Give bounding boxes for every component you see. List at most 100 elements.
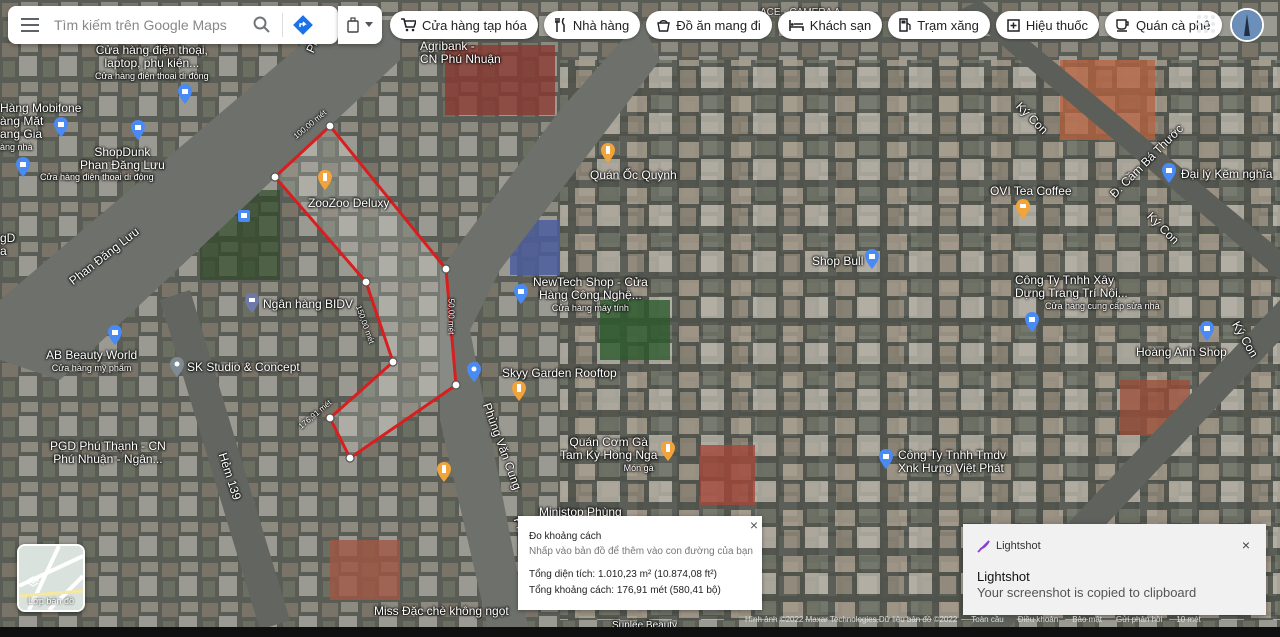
food-pin-icon[interactable] <box>437 462 451 482</box>
notification-title: Lightshot <box>977 569 1030 584</box>
measure-area: Tổng diện tích: 1.010,23 m² (10.874,08 f… <box>529 569 717 580</box>
place-label-com-ga[interactable]: Quán Cơm Gà Tam Kỳ Hồng Nga Món gà <box>560 436 657 475</box>
place-label-dai-ly[interactable]: Đại lý Kẽm nghĩa <box>1181 168 1272 181</box>
shopping-pin-icon[interactable] <box>1025 312 1039 332</box>
place-label-mobifone[interactable]: Hàng Mobifone àng Mặt ang Gia àng nhà <box>0 102 81 154</box>
chip-takeout[interactable]: Đồ ăn mang đi <box>646 11 772 39</box>
place-subtitle: Cửa hàng mỹ phẩm <box>51 363 132 373</box>
place-line: a <box>0 244 7 258</box>
search-input[interactable] <box>52 16 246 34</box>
chip-label: Cửa hàng tạp hóa <box>422 17 527 33</box>
bank-pin-icon[interactable] <box>245 293 259 313</box>
place-pin-icon[interactable] <box>170 357 184 377</box>
link-feedback[interactable]: Gửi phản hồi <box>1116 615 1162 627</box>
food-pin-icon[interactable] <box>601 143 615 163</box>
place-pin-icon[interactable] <box>467 362 481 382</box>
shopping-pin-icon[interactable] <box>514 284 528 304</box>
chevron-down-icon <box>365 22 373 27</box>
place-subtitle: àng nhà <box>0 142 33 152</box>
shopping-pin-icon[interactable] <box>131 120 145 140</box>
place-label-bidv[interactable]: Ngân hàng BIDV <box>263 298 353 311</box>
apps-grid-icon[interactable] <box>1196 14 1216 34</box>
chip-label: Hiệu thuốc <box>1025 17 1089 33</box>
link-global[interactable]: Toàn cầu <box>971 615 1003 627</box>
bottom-strip <box>0 627 1280 637</box>
food-pin-icon[interactable] <box>661 441 675 461</box>
category-chips: Cửa hàng tạp hóa Nhà hàng Đồ ăn mang đi … <box>390 11 1222 39</box>
shopping-pin-icon[interactable] <box>178 84 192 104</box>
place-label-sk-studio[interactable]: SK Studio & Concept <box>187 361 300 374</box>
shopping-pin-icon[interactable] <box>879 449 893 469</box>
search-divider <box>282 13 283 37</box>
gas-station-icon <box>899 18 911 32</box>
scale-label[interactable]: 10 mét <box>1176 615 1200 627</box>
place-label-shopdunk[interactable]: ShopDunk Phan Đăng Lưu <box>80 146 165 172</box>
place-label-skyy[interactable]: Skyy Garden Rooftop <box>502 367 617 380</box>
place-label-cong-ty-xay[interactable]: Công Ty Tnhh Xây Dựng Trang Trí Nội... Cửa… <box>1015 274 1160 313</box>
hotel-icon <box>788 19 804 31</box>
search-icon[interactable] <box>246 6 278 44</box>
place-label-phone-store[interactable]: Cửa hàng điện thoại, laptop, phụ kiện... C… <box>95 44 209 83</box>
chip-restaurant[interactable]: Nhà hàng <box>543 11 641 39</box>
place-line: Dựng Trang Trí Nội... <box>1015 286 1128 300</box>
link-privacy[interactable]: Bảo mật <box>1072 615 1102 627</box>
close-icon[interactable]: × <box>1242 537 1250 553</box>
place-line: laptop, phụ kiện... <box>104 56 200 70</box>
shopping-pin-icon[interactable] <box>16 157 30 177</box>
place-subtitle: Cửa hàng máy tính <box>551 303 629 313</box>
place-label-left-edge: gD a <box>0 232 15 258</box>
imagery-credit: Hình ảnh ©2022 Maxar Technologies,Dữ liệ… <box>745 615 958 624</box>
avatar-image <box>1232 10 1262 40</box>
food-pin-icon[interactable] <box>318 170 332 190</box>
shopping-pin-icon[interactable] <box>54 117 68 137</box>
place-line: Hàng Công Nghệ... <box>539 288 642 302</box>
chip-label: Đồ ăn mang đi <box>676 17 761 33</box>
avatar[interactable] <box>1230 8 1264 42</box>
place-label-ab-beauty[interactable]: AB Beauty World Cửa hàng mỹ phẩm <box>46 349 137 375</box>
place-subtitle: Cửa hàng điện thoại di động <box>95 71 209 81</box>
place-label-agribank[interactable]: Agribank - CN Phú Nhuận <box>420 40 501 66</box>
place-label-pgd[interactable]: PGD Phú Thạnh - CN Phú Nhuận - Ngân... <box>50 440 166 466</box>
menu-icon[interactable] <box>8 6 52 44</box>
place-label-zoozoo[interactable]: ZooZoo Deluxy <box>308 197 389 210</box>
place-label-shop-bull[interactable]: Shop Bull <box>812 255 863 268</box>
chip-grocery[interactable]: Cửa hàng tạp hóa <box>390 11 538 39</box>
directions-icon[interactable] <box>287 6 319 44</box>
place-line: ang Gia <box>0 127 43 141</box>
place-label-hoang-anh[interactable]: Hoàng Anh Shop <box>1136 346 1227 359</box>
place-label-ovi[interactable]: OVI Tea Coffee <box>990 185 1072 198</box>
tools-dropdown-button[interactable] <box>338 6 382 44</box>
chip-gas-station[interactable]: Trạm xăng <box>888 11 990 39</box>
place-line: Phú Nhuận - Ngân... <box>53 452 163 466</box>
chip-hotel[interactable]: Khách sạn <box>777 11 883 39</box>
chip-label: Khách sạn <box>809 17 872 33</box>
shopping-pin-icon[interactable] <box>1200 321 1214 341</box>
place-label-hung-viet[interactable]: Công Ty Tnhh Tmdv Xnk Hưng Việt Phát <box>898 449 1006 475</box>
measure-hint: Nhấp vào bản đồ để thêm vào con đường củ… <box>529 546 753 557</box>
coffee-pin-icon[interactable] <box>1016 199 1030 219</box>
shopping-pin-icon[interactable] <box>865 249 879 269</box>
food-pin-icon[interactable] <box>512 381 526 401</box>
shopping-pin-icon[interactable] <box>108 325 122 345</box>
notification-app-name: Lightshot <box>996 540 1041 552</box>
link-terms[interactable]: Điều khoản <box>1018 615 1058 627</box>
place-label-miss-dac[interactable]: Miss Đặc chè không ngọt <box>374 605 509 618</box>
layers-button[interactable]: Lớp bản đồ <box>17 544 85 612</box>
luggage-icon <box>347 17 359 33</box>
measure-distance-panel: × Đo khoảng cách Nhấp vào bản đồ để thêm… <box>518 516 762 610</box>
place-label-newtech[interactable]: NewTech Shop - Cửa Hàng Công Nghệ... Cửa h… <box>533 276 648 315</box>
restaurant-icon <box>554 18 565 32</box>
close-icon[interactable]: × <box>750 518 758 532</box>
chip-label: Trạm xăng <box>917 17 979 33</box>
chip-pharmacy[interactable]: Hiệu thuốc <box>995 11 1100 39</box>
shopping-pin-icon[interactable] <box>1162 163 1176 183</box>
place-label-oc-quynh[interactable]: Quán Ốc Quỳnh <box>590 169 677 182</box>
place-subtitle: Món gà <box>623 463 654 473</box>
search-box <box>8 6 338 44</box>
place-line: Xnk Hưng Việt Phát <box>898 461 1004 475</box>
chip-label: Nhà hàng <box>572 17 630 33</box>
area-label: Tổng diện tích: <box>529 569 596 580</box>
bus-stop-icon[interactable] <box>238 210 250 222</box>
distance-label: Tổng khoảng cách: <box>529 585 615 596</box>
pharmacy-icon <box>1007 18 1020 32</box>
